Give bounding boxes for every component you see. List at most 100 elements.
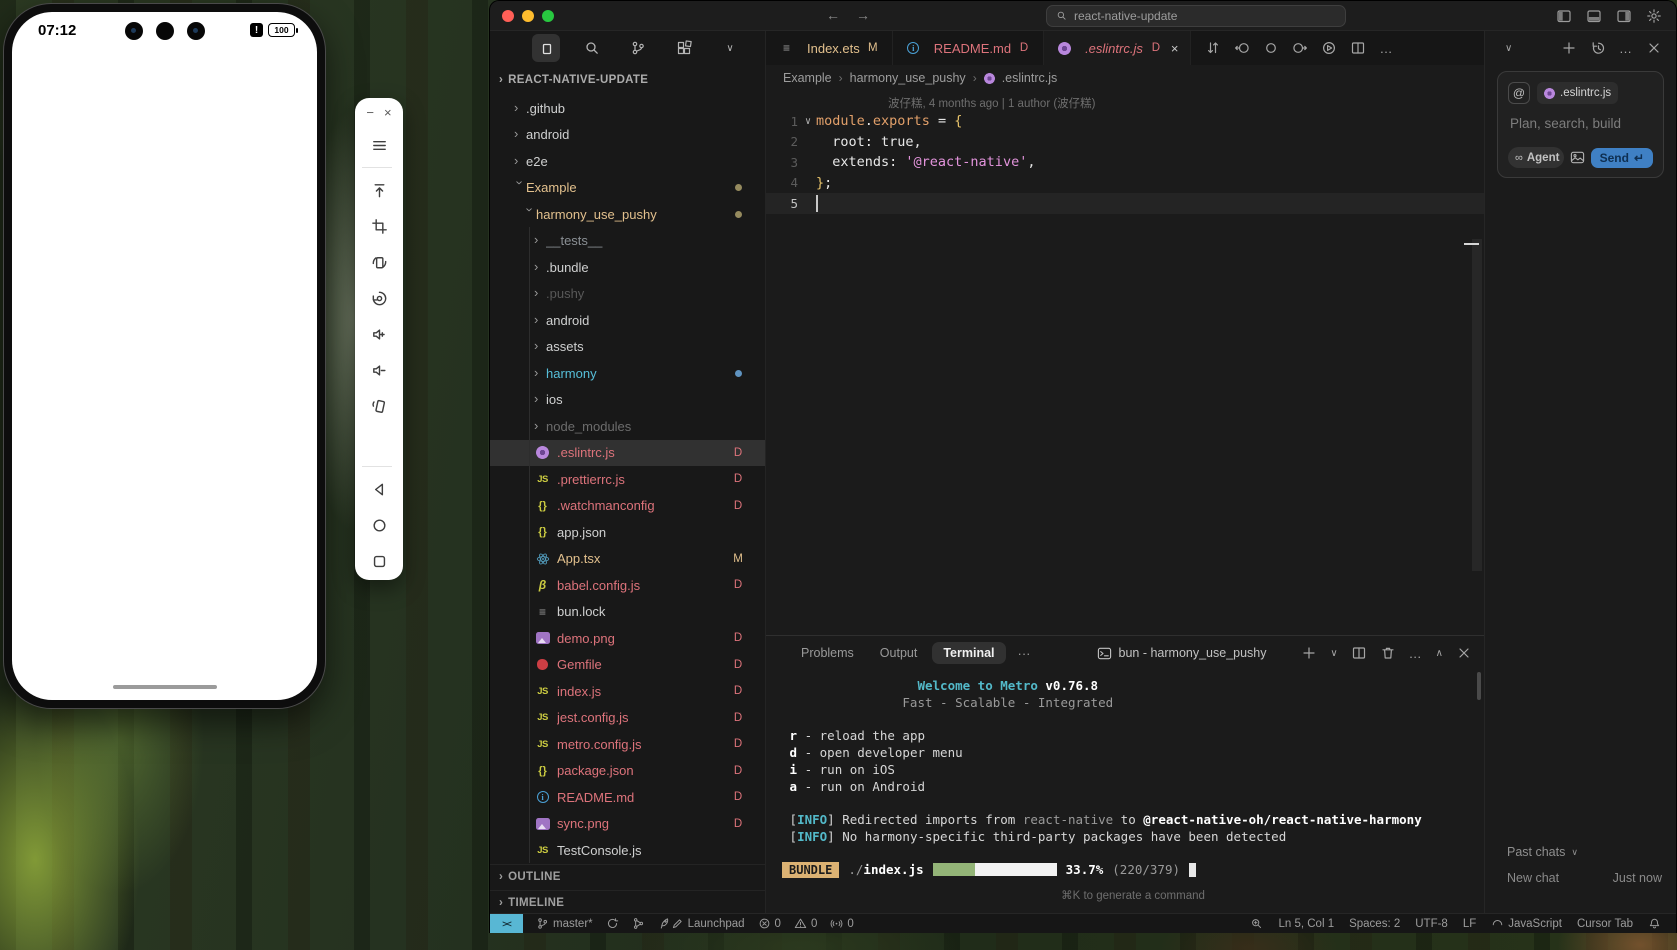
agent-mode-selector[interactable]: ∞ Agent ∨ [1508,147,1564,168]
explorer-item-node-modules[interactable]: ›node_modules [490,413,765,440]
explorer-item-demo-png[interactable]: demo.pngD [490,625,765,652]
status-item-ln-5-col-1[interactable]: Ln 5, Col 1 [1278,918,1334,930]
close-tab-button[interactable]: × [1171,41,1179,56]
toolbar-minimize-button[interactable]: − [366,106,374,119]
close-icon[interactable] [1456,645,1472,661]
chevron-down-icon[interactable]: ∨ [1330,648,1337,659]
previous-change-icon[interactable] [1234,40,1250,56]
code-line-5[interactable]: 5 [766,193,1484,214]
menu-button[interactable] [362,128,396,162]
history-forward-button[interactable]: → [856,7,870,23]
explorer-item-assets[interactable]: ›assets [490,334,765,361]
command-center-search[interactable]: react-native-update [1046,5,1346,27]
explorer-item--tests-[interactable]: ›__tests__ [490,228,765,255]
breadcrumb-file[interactable]: .eslintrc.js [1002,71,1058,85]
history-back-button[interactable]: ← [826,7,840,23]
past-chats-toggle[interactable]: Past chats ∨ [1507,845,1578,859]
code-line-3[interactable]: 3 extends: '@react-native', [766,152,1484,173]
activity-source-control-button[interactable] [624,34,652,62]
explorer-item-jest-config-js[interactable]: JSjest.config.jsD [490,705,765,732]
minimize-window-button[interactable] [522,10,534,22]
code-line-2[interactable]: 2 root: true, [766,132,1484,153]
panel-tab-output[interactable]: Output [869,642,929,664]
recents-button[interactable] [362,544,396,578]
explorer-item-android[interactable]: ›android [490,307,765,334]
close-icon[interactable] [1646,40,1662,56]
rotate-device-button[interactable] [362,245,396,279]
status-item-javascript[interactable]: JavaScript [1491,917,1562,930]
explorer-item-app-tsx[interactable]: App.tsxM [490,546,765,573]
circle-icon[interactable] [1263,40,1279,56]
new-chat-item[interactable]: New chat [1507,871,1559,885]
tab-readme-md[interactable]: iREADME.mdD [893,31,1044,65]
explorer-item-package-json[interactable]: {}package.jsonD [490,758,765,785]
back-button[interactable] [362,472,396,506]
fold-chevron-icon[interactable]: ∨ [800,116,816,127]
activity-chevron-down-button[interactable]: ∨ [716,34,744,62]
sidebar-section-outline[interactable]: ›OUTLINE [490,864,765,890]
volume-up-button[interactable] [362,317,396,351]
explorer-item-e2e[interactable]: ›e2e [490,148,765,175]
explorer-item--github[interactable]: ›.github [490,95,765,122]
status-item-0[interactable]: 0 [794,917,817,930]
phone-screen[interactable]: 07:12 ! 100 [12,12,317,700]
chat-input-box[interactable]: @ .eslintrc.js Plan, search, build ∞ Age… [1497,71,1664,178]
breadcrumb-segment[interactable]: Example [783,71,832,85]
shake-button[interactable] [362,389,396,423]
explorer-item--pushy[interactable]: ›.pushy [490,281,765,308]
gear-icon[interactable] [1646,8,1662,24]
volume-down-button[interactable] [362,353,396,387]
screen-rotate-button[interactable] [362,281,396,315]
status-item-lf[interactable]: LF [1463,918,1476,930]
explorer-item-app-json[interactable]: {}app.json [490,519,765,546]
explorer-item-example[interactable]: ›Example [490,175,765,202]
status-item-utf-8[interactable]: UTF-8 [1415,918,1448,930]
explorer-item--bundle[interactable]: ›.bundle [490,254,765,281]
toolbar-close-button[interactable]: × [384,106,392,119]
chevron-down-icon[interactable]: ∨ [1505,43,1512,54]
sidebar-section-timeline[interactable]: ›TIMELINE [490,890,765,916]
compare-changes-icon[interactable] [1205,40,1221,56]
panel-tab-problems[interactable]: Problems [790,642,865,664]
tab--eslintrc-js[interactable]: .eslintrc.jsD× [1044,31,1191,65]
activity-extensions-button[interactable] [670,34,698,62]
close-window-button[interactable] [502,10,514,22]
maximize-window-button[interactable] [542,10,554,22]
status-item-zoom-icon[interactable] [1250,917,1263,930]
home-button[interactable] [362,508,396,542]
home-indicator[interactable] [113,685,217,690]
editor-scrollbar[interactable] [1472,239,1482,571]
status-item-launchpad[interactable]: Launchpad [658,917,745,930]
attach-image-button[interactable] [1570,150,1585,165]
terminal-scrollbar[interactable] [1477,672,1481,700]
trash-icon[interactable] [1380,645,1396,661]
code-line-1[interactable]: 1∨module.exports = { [766,111,1484,132]
send-button[interactable]: Send ↵ [1591,148,1653,168]
explorer-item-android[interactable]: ›android [490,122,765,149]
status-item-sync-icon[interactable] [606,917,619,930]
layout-right-icon[interactable] [1616,8,1632,24]
upload-button[interactable] [362,173,396,207]
more-icon[interactable]: … [1409,646,1423,661]
breadcrumb-segment[interactable]: harmony_use_pushy [850,71,966,85]
layout-bottom-icon[interactable] [1586,8,1602,24]
breadcrumb[interactable]: Example›harmony_use_pushy›.eslintrc.js [766,65,1484,91]
add-icon[interactable] [1301,645,1317,661]
add-icon[interactable] [1561,40,1577,56]
terminal-session-label[interactable]: bun - harmony_use_pushy [1119,646,1267,660]
layout-left-icon[interactable] [1556,8,1572,24]
split-editor-icon[interactable] [1350,40,1366,56]
status-item-0[interactable]: 0 [758,917,781,930]
chevron-up-icon[interactable]: ∧ [1436,648,1443,659]
explorer-item-harmony[interactable]: ›harmony [490,360,765,387]
crop-button[interactable] [362,209,396,243]
next-change-icon[interactable] [1292,40,1308,56]
terminal-output[interactable]: Welcome to Metro v0.76.8 Fast - Scalable… [766,670,1484,913]
status-item-cursor-tab[interactable]: Cursor Tab [1577,918,1633,930]
status-item-spaces-2[interactable]: Spaces: 2 [1349,918,1400,930]
more-icon[interactable]: … [1379,41,1393,56]
explorer-item--prettierrc-js[interactable]: JS.prettierrc.jsD [490,466,765,493]
explorer-item-gemfile[interactable]: GemfileD [490,652,765,679]
run-icon[interactable] [1321,40,1337,56]
explorer-item--watchmanconfig[interactable]: {}.watchmanconfigD [490,493,765,520]
